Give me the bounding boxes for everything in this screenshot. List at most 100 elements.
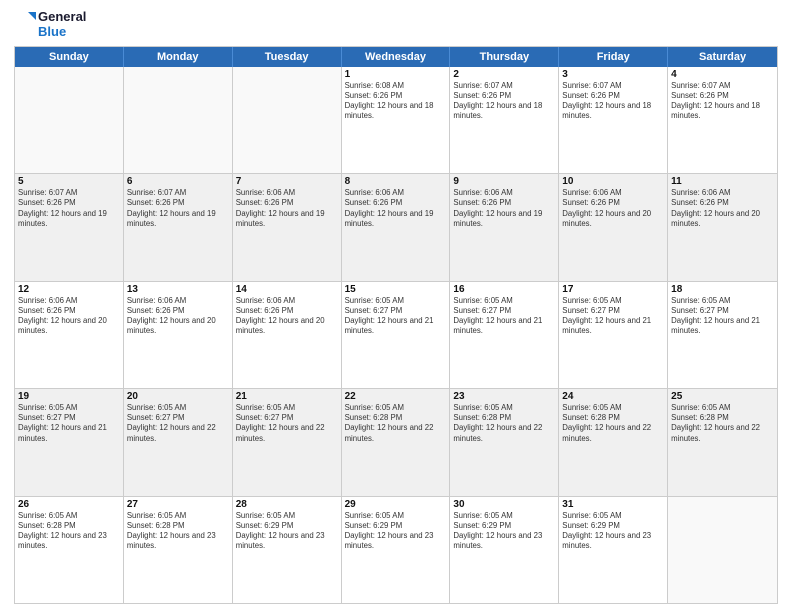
- calendar-cell: 17Sunrise: 6:05 AM Sunset: 6:27 PM Dayli…: [559, 282, 668, 388]
- calendar-cell: 21Sunrise: 6:05 AM Sunset: 6:27 PM Dayli…: [233, 389, 342, 495]
- day-number: 28: [236, 499, 338, 510]
- cell-info: Sunrise: 6:05 AM Sunset: 6:27 PM Dayligh…: [345, 296, 447, 337]
- cell-info: Sunrise: 6:05 AM Sunset: 6:27 PM Dayligh…: [562, 296, 664, 337]
- calendar-cell: 15Sunrise: 6:05 AM Sunset: 6:27 PM Dayli…: [342, 282, 451, 388]
- day-number: 31: [562, 499, 664, 510]
- day-number: 7: [236, 176, 338, 187]
- cell-info: Sunrise: 6:05 AM Sunset: 6:29 PM Dayligh…: [453, 511, 555, 552]
- calendar-cell: 13Sunrise: 6:06 AM Sunset: 6:26 PM Dayli…: [124, 282, 233, 388]
- calendar-cell: [124, 67, 233, 173]
- day-number: 25: [671, 391, 774, 402]
- day-number: 30: [453, 499, 555, 510]
- calendar-row: 26Sunrise: 6:05 AM Sunset: 6:28 PM Dayli…: [15, 497, 777, 603]
- calendar-body: 1Sunrise: 6:08 AM Sunset: 6:26 PM Daylig…: [15, 67, 777, 603]
- day-number: 22: [345, 391, 447, 402]
- day-number: 4: [671, 69, 774, 80]
- calendar-cell: 3Sunrise: 6:07 AM Sunset: 6:26 PM Daylig…: [559, 67, 668, 173]
- day-number: 21: [236, 391, 338, 402]
- calendar-cell: 1Sunrise: 6:08 AM Sunset: 6:26 PM Daylig…: [342, 67, 451, 173]
- weekday-header: Friday: [559, 47, 668, 67]
- calendar-cell: 23Sunrise: 6:05 AM Sunset: 6:28 PM Dayli…: [450, 389, 559, 495]
- day-number: 18: [671, 284, 774, 295]
- day-number: 8: [345, 176, 447, 187]
- logo-icon: [14, 12, 36, 38]
- cell-info: Sunrise: 6:05 AM Sunset: 6:28 PM Dayligh…: [671, 403, 774, 444]
- cell-info: Sunrise: 6:05 AM Sunset: 6:28 PM Dayligh…: [562, 403, 664, 444]
- logo-container: General Blue: [14, 10, 86, 40]
- cell-info: Sunrise: 6:06 AM Sunset: 6:26 PM Dayligh…: [345, 188, 447, 229]
- cell-info: Sunrise: 6:07 AM Sunset: 6:26 PM Dayligh…: [18, 188, 120, 229]
- cell-info: Sunrise: 6:06 AM Sunset: 6:26 PM Dayligh…: [236, 296, 338, 337]
- day-number: 10: [562, 176, 664, 187]
- cell-info: Sunrise: 6:05 AM Sunset: 6:27 PM Dayligh…: [453, 296, 555, 337]
- calendar-page: General Blue SundayMondayTuesdayWednesda…: [0, 0, 792, 612]
- cell-info: Sunrise: 6:05 AM Sunset: 6:27 PM Dayligh…: [18, 403, 120, 444]
- logo-text-blue: Blue: [38, 25, 86, 40]
- cell-info: Sunrise: 6:07 AM Sunset: 6:26 PM Dayligh…: [562, 81, 664, 122]
- cell-info: Sunrise: 6:08 AM Sunset: 6:26 PM Dayligh…: [345, 81, 447, 122]
- weekday-header: Saturday: [668, 47, 777, 67]
- cell-info: Sunrise: 6:06 AM Sunset: 6:26 PM Dayligh…: [236, 188, 338, 229]
- calendar-cell: [668, 497, 777, 603]
- day-number: 5: [18, 176, 120, 187]
- calendar-cell: 14Sunrise: 6:06 AM Sunset: 6:26 PM Dayli…: [233, 282, 342, 388]
- cell-info: Sunrise: 6:05 AM Sunset: 6:29 PM Dayligh…: [562, 511, 664, 552]
- calendar-cell: 26Sunrise: 6:05 AM Sunset: 6:28 PM Dayli…: [15, 497, 124, 603]
- calendar-cell: 28Sunrise: 6:05 AM Sunset: 6:29 PM Dayli…: [233, 497, 342, 603]
- calendar-cell: 9Sunrise: 6:06 AM Sunset: 6:26 PM Daylig…: [450, 174, 559, 280]
- calendar-row: 5Sunrise: 6:07 AM Sunset: 6:26 PM Daylig…: [15, 174, 777, 281]
- cell-info: Sunrise: 6:05 AM Sunset: 6:28 PM Dayligh…: [453, 403, 555, 444]
- calendar-cell: 24Sunrise: 6:05 AM Sunset: 6:28 PM Dayli…: [559, 389, 668, 495]
- day-number: 9: [453, 176, 555, 187]
- calendar-row: 19Sunrise: 6:05 AM Sunset: 6:27 PM Dayli…: [15, 389, 777, 496]
- day-number: 17: [562, 284, 664, 295]
- day-number: 11: [671, 176, 774, 187]
- cell-info: Sunrise: 6:06 AM Sunset: 6:26 PM Dayligh…: [127, 296, 229, 337]
- cell-info: Sunrise: 6:06 AM Sunset: 6:26 PM Dayligh…: [562, 188, 664, 229]
- header: General Blue: [14, 10, 778, 40]
- cell-info: Sunrise: 6:05 AM Sunset: 6:29 PM Dayligh…: [345, 511, 447, 552]
- cell-info: Sunrise: 6:05 AM Sunset: 6:27 PM Dayligh…: [236, 403, 338, 444]
- calendar-row: 1Sunrise: 6:08 AM Sunset: 6:26 PM Daylig…: [15, 67, 777, 174]
- day-number: 23: [453, 391, 555, 402]
- cell-info: Sunrise: 6:05 AM Sunset: 6:28 PM Dayligh…: [18, 511, 120, 552]
- calendar-header: SundayMondayTuesdayWednesdayThursdayFrid…: [15, 47, 777, 67]
- day-number: 1: [345, 69, 447, 80]
- calendar-cell: 10Sunrise: 6:06 AM Sunset: 6:26 PM Dayli…: [559, 174, 668, 280]
- calendar-cell: [233, 67, 342, 173]
- cell-info: Sunrise: 6:05 AM Sunset: 6:28 PM Dayligh…: [127, 511, 229, 552]
- cell-info: Sunrise: 6:05 AM Sunset: 6:27 PM Dayligh…: [671, 296, 774, 337]
- calendar-cell: [15, 67, 124, 173]
- weekday-header: Monday: [124, 47, 233, 67]
- weekday-header: Tuesday: [233, 47, 342, 67]
- calendar-cell: 12Sunrise: 6:06 AM Sunset: 6:26 PM Dayli…: [15, 282, 124, 388]
- calendar-cell: 16Sunrise: 6:05 AM Sunset: 6:27 PM Dayli…: [450, 282, 559, 388]
- calendar-row: 12 Sunrise: 6:06 AM Sunset: 6:26 PM Dayli…: [15, 282, 777, 389]
- cell-info: Sunrise: 6:06 AM Sunset: 6:26 PM Dayligh…: [671, 188, 774, 229]
- weekday-header: Thursday: [450, 47, 559, 67]
- calendar-cell: 27Sunrise: 6:05 AM Sunset: 6:28 PM Dayli…: [124, 497, 233, 603]
- day-number: 15: [345, 284, 447, 295]
- day-number: 6: [127, 176, 229, 187]
- day-number: 27: [127, 499, 229, 510]
- day-number: 3: [562, 69, 664, 80]
- calendar-cell: 2Sunrise: 6:07 AM Sunset: 6:26 PM Daylig…: [450, 67, 559, 173]
- logo-text-general: General: [38, 10, 86, 25]
- calendar-cell: 22Sunrise: 6:05 AM Sunset: 6:28 PM Dayli…: [342, 389, 451, 495]
- weekday-header: Wednesday: [342, 47, 451, 67]
- day-number: 19: [18, 391, 120, 402]
- cell-info: Sunrise: 6:07 AM Sunset: 6:26 PM Dayligh…: [671, 81, 774, 122]
- calendar-cell: 19Sunrise: 6:05 AM Sunset: 6:27 PM Dayli…: [15, 389, 124, 495]
- day-number: 13: [127, 284, 229, 295]
- calendar-cell: 6Sunrise: 6:07 AM Sunset: 6:26 PM Daylig…: [124, 174, 233, 280]
- calendar-cell: 11Sunrise: 6:06 AM Sunset: 6:26 PM Dayli…: [668, 174, 777, 280]
- cell-info: Sunrise: 6:05 AM Sunset: 6:29 PM Dayligh…: [236, 511, 338, 552]
- cell-info: Sunrise: 6:07 AM Sunset: 6:26 PM Dayligh…: [127, 188, 229, 229]
- cell-info: Sunrise: 6:06 AM Sunset: 6:26 PM Dayligh…: [453, 188, 555, 229]
- calendar-cell: 8Sunrise: 6:06 AM Sunset: 6:26 PM Daylig…: [342, 174, 451, 280]
- calendar-cell: 4Sunrise: 6:07 AM Sunset: 6:26 PM Daylig…: [668, 67, 777, 173]
- cell-info: Sunrise: 6:05 AM Sunset: 6:28 PM Dayligh…: [345, 403, 447, 444]
- logo: General Blue: [14, 10, 86, 40]
- day-number: 12: [18, 284, 120, 295]
- day-number: 29: [345, 499, 447, 510]
